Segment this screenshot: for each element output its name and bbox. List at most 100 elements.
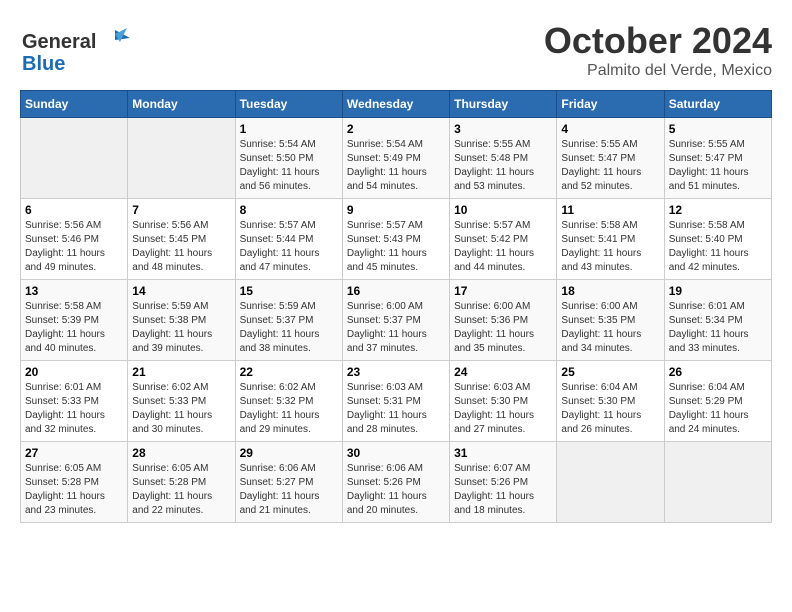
weekday-header-tuesday: Tuesday (235, 91, 342, 118)
day-cell: 29 Sunrise: 6:06 AMSunset: 5:27 PMDayligh… (235, 442, 342, 523)
week-row-2: 6 Sunrise: 5:56 AMSunset: 5:46 PMDaylight… (21, 199, 772, 280)
day-info: Sunrise: 6:05 AMSunset: 5:28 PMDaylight:… (132, 462, 230, 518)
day-cell: 5Sunrise: 5:55 AMSunset: 5:47 PMDaylight… (664, 118, 771, 199)
day-cell: 15Sunrise: 5:59 AMSunset: 5:37 PMDayligh… (235, 280, 342, 361)
day-info: Sunrise: 5:56 AMSunset: 5:46 PMDaylight:… (25, 219, 123, 275)
day-cell: 20Sunrise: 6:01 AMSunset: 5:33 PMDayligh… (21, 361, 128, 442)
day-number: 18 (561, 284, 659, 298)
weekday-header-wednesday: Wednesday (342, 91, 449, 118)
day-info: Sunrise: 6:03 AMSunset: 5:31 PMDaylight:… (347, 381, 445, 437)
day-number: 5 (669, 122, 767, 136)
day-info: Sunrise: 5:59 AMSunset: 5:38 PMDaylight:… (132, 300, 230, 356)
day-cell: 9Sunrise: 5:57 AMSunset: 5:43 PMDaylight… (342, 199, 449, 280)
day-number: 23 (347, 365, 445, 379)
day-info: Sunrise: 6:04 AMSunset: 5:29 PMDaylight:… (669, 381, 767, 437)
day-cell: 4 Sunrise: 5:55 AMSunset: 5:47 PMDaylight… (557, 118, 664, 199)
svg-text:General: General (22, 31, 96, 53)
day-number: 4 (561, 122, 659, 136)
day-number: 1 (240, 122, 338, 136)
day-cell: 24 Sunrise: 6:03 AMSunset: 5:30 PMDayligh… (450, 361, 557, 442)
day-number: 12 (669, 203, 767, 217)
day-cell (557, 442, 664, 523)
day-info: Sunrise: 5:58 AMSunset: 5:40 PMDaylight:… (669, 219, 767, 275)
day-number: 29 (240, 446, 338, 460)
day-info: Sunrise: 5:56 AMSunset: 5:45 PMDaylight:… (132, 219, 230, 275)
day-number: 14 (132, 284, 230, 298)
day-info: Sunrise: 5:58 AMSunset: 5:39 PMDaylight:… (25, 300, 123, 356)
day-number: 17 (454, 284, 552, 298)
logo-svg: General Blue (20, 20, 130, 75)
day-number: 31 (454, 446, 552, 460)
day-cell: 18 Sunrise: 6:00 AMSunset: 5:35 PMDayligh… (557, 280, 664, 361)
day-number: 26 (669, 365, 767, 379)
day-info: Sunrise: 6:00 AMSunset: 5:37 PMDaylight:… (347, 300, 445, 356)
day-cell: 26 Sunrise: 6:04 AMSunset: 5:29 PMDayligh… (664, 361, 771, 442)
day-info: Sunrise: 5:57 AMSunset: 5:44 PMDaylight:… (240, 219, 338, 275)
day-info: Sunrise: 6:00 AMSunset: 5:36 PMDaylight:… (454, 300, 552, 356)
day-number: 16 (347, 284, 445, 298)
week-row-4: 20Sunrise: 6:01 AMSunset: 5:33 PMDayligh… (21, 361, 772, 442)
day-info: Sunrise: 6:03 AMSunset: 5:30 PMDaylight:… (454, 381, 552, 437)
day-info: Sunrise: 5:55 AMSunset: 5:48 PMDaylight:… (454, 138, 552, 194)
day-cell: 22 Sunrise: 6:02 AMSunset: 5:32 PMDayligh… (235, 361, 342, 442)
day-number: 24 (454, 365, 552, 379)
day-cell: 10Sunrise: 5:57 AMSunset: 5:42 PMDayligh… (450, 199, 557, 280)
day-number: 8 (240, 203, 338, 217)
weekday-header-thursday: Thursday (450, 91, 557, 118)
day-number: 7 (132, 203, 230, 217)
week-row-3: 13 Sunrise: 5:58 AMSunset: 5:39 PMDayligh… (21, 280, 772, 361)
location: Palmito del Verde, Mexico (544, 62, 772, 80)
day-info: Sunrise: 5:54 AMSunset: 5:50 PMDaylight:… (240, 138, 338, 194)
day-info: Sunrise: 5:57 AMSunset: 5:43 PMDaylight:… (347, 219, 445, 275)
day-info: Sunrise: 6:07 AMSunset: 5:26 PMDaylight:… (454, 462, 552, 518)
day-number: 22 (240, 365, 338, 379)
day-cell: 28 Sunrise: 6:05 AMSunset: 5:28 PMDayligh… (128, 442, 235, 523)
day-number: 25 (561, 365, 659, 379)
day-cell (128, 118, 235, 199)
day-cell: 11 Sunrise: 5:58 AMSunset: 5:41 PMDayligh… (557, 199, 664, 280)
day-info: Sunrise: 5:55 AMSunset: 5:47 PMDaylight:… (561, 138, 659, 194)
day-number: 6 (25, 203, 123, 217)
day-cell: 8 Sunrise: 5:57 AMSunset: 5:44 PMDaylight… (235, 199, 342, 280)
day-info: Sunrise: 6:06 AMSunset: 5:26 PMDaylight:… (347, 462, 445, 518)
day-cell: 13 Sunrise: 5:58 AMSunset: 5:39 PMDayligh… (21, 280, 128, 361)
day-number: 21 (132, 365, 230, 379)
day-cell: 31 Sunrise: 6:07 AMSunset: 5:26 PMDayligh… (450, 442, 557, 523)
weekday-header-friday: Friday (557, 91, 664, 118)
month-title: October 2024 (544, 20, 772, 62)
day-info: Sunrise: 6:06 AMSunset: 5:27 PMDaylight:… (240, 462, 338, 518)
day-info: Sunrise: 6:02 AMSunset: 5:32 PMDaylight:… (240, 381, 338, 437)
weekday-header-saturday: Saturday (664, 91, 771, 118)
day-cell: 21Sunrise: 6:02 AMSunset: 5:33 PMDayligh… (128, 361, 235, 442)
day-number: 15 (240, 284, 338, 298)
logo: General Blue (20, 20, 130, 75)
day-number: 11 (561, 203, 659, 217)
week-row-5: 27 Sunrise: 6:05 AMSunset: 5:28 PMDayligh… (21, 442, 772, 523)
day-info: Sunrise: 6:00 AMSunset: 5:35 PMDaylight:… (561, 300, 659, 356)
day-cell: 1 Sunrise: 5:54 AMSunset: 5:50 PMDaylight… (235, 118, 342, 199)
day-number: 27 (25, 446, 123, 460)
day-info: Sunrise: 6:01 AMSunset: 5:33 PMDaylight:… (25, 381, 123, 437)
day-cell: 2Sunrise: 5:54 AMSunset: 5:49 PMDaylight… (342, 118, 449, 199)
day-number: 3 (454, 122, 552, 136)
calendar-table: SundayMondayTuesdayWednesdayThursdayFrid… (20, 90, 772, 523)
day-number: 28 (132, 446, 230, 460)
day-cell: 16 Sunrise: 6:00 AMSunset: 5:37 PMDayligh… (342, 280, 449, 361)
day-info: Sunrise: 5:54 AMSunset: 5:49 PMDaylight:… (347, 138, 445, 194)
day-cell: 7 Sunrise: 5:56 AMSunset: 5:45 PMDaylight… (128, 199, 235, 280)
day-cell: 17 Sunrise: 6:00 AMSunset: 5:36 PMDayligh… (450, 280, 557, 361)
day-info: Sunrise: 6:04 AMSunset: 5:30 PMDaylight:… (561, 381, 659, 437)
day-info: Sunrise: 5:58 AMSunset: 5:41 PMDaylight:… (561, 219, 659, 275)
day-cell: 14 Sunrise: 5:59 AMSunset: 5:38 PMDayligh… (128, 280, 235, 361)
weekday-header-sunday: Sunday (21, 91, 128, 118)
svg-text:Blue: Blue (22, 53, 65, 75)
week-row-1: 1 Sunrise: 5:54 AMSunset: 5:50 PMDaylight… (21, 118, 772, 199)
day-number: 19 (669, 284, 767, 298)
day-cell: 27Sunrise: 6:05 AMSunset: 5:28 PMDayligh… (21, 442, 128, 523)
title-area: October 2024 Palmito del Verde, Mexico (544, 20, 772, 80)
day-cell (664, 442, 771, 523)
day-cell: 25 Sunrise: 6:04 AMSunset: 5:30 PMDayligh… (557, 361, 664, 442)
day-cell: 19Sunrise: 6:01 AMSunset: 5:34 PMDayligh… (664, 280, 771, 361)
day-number: 13 (25, 284, 123, 298)
weekday-header-monday: Monday (128, 91, 235, 118)
